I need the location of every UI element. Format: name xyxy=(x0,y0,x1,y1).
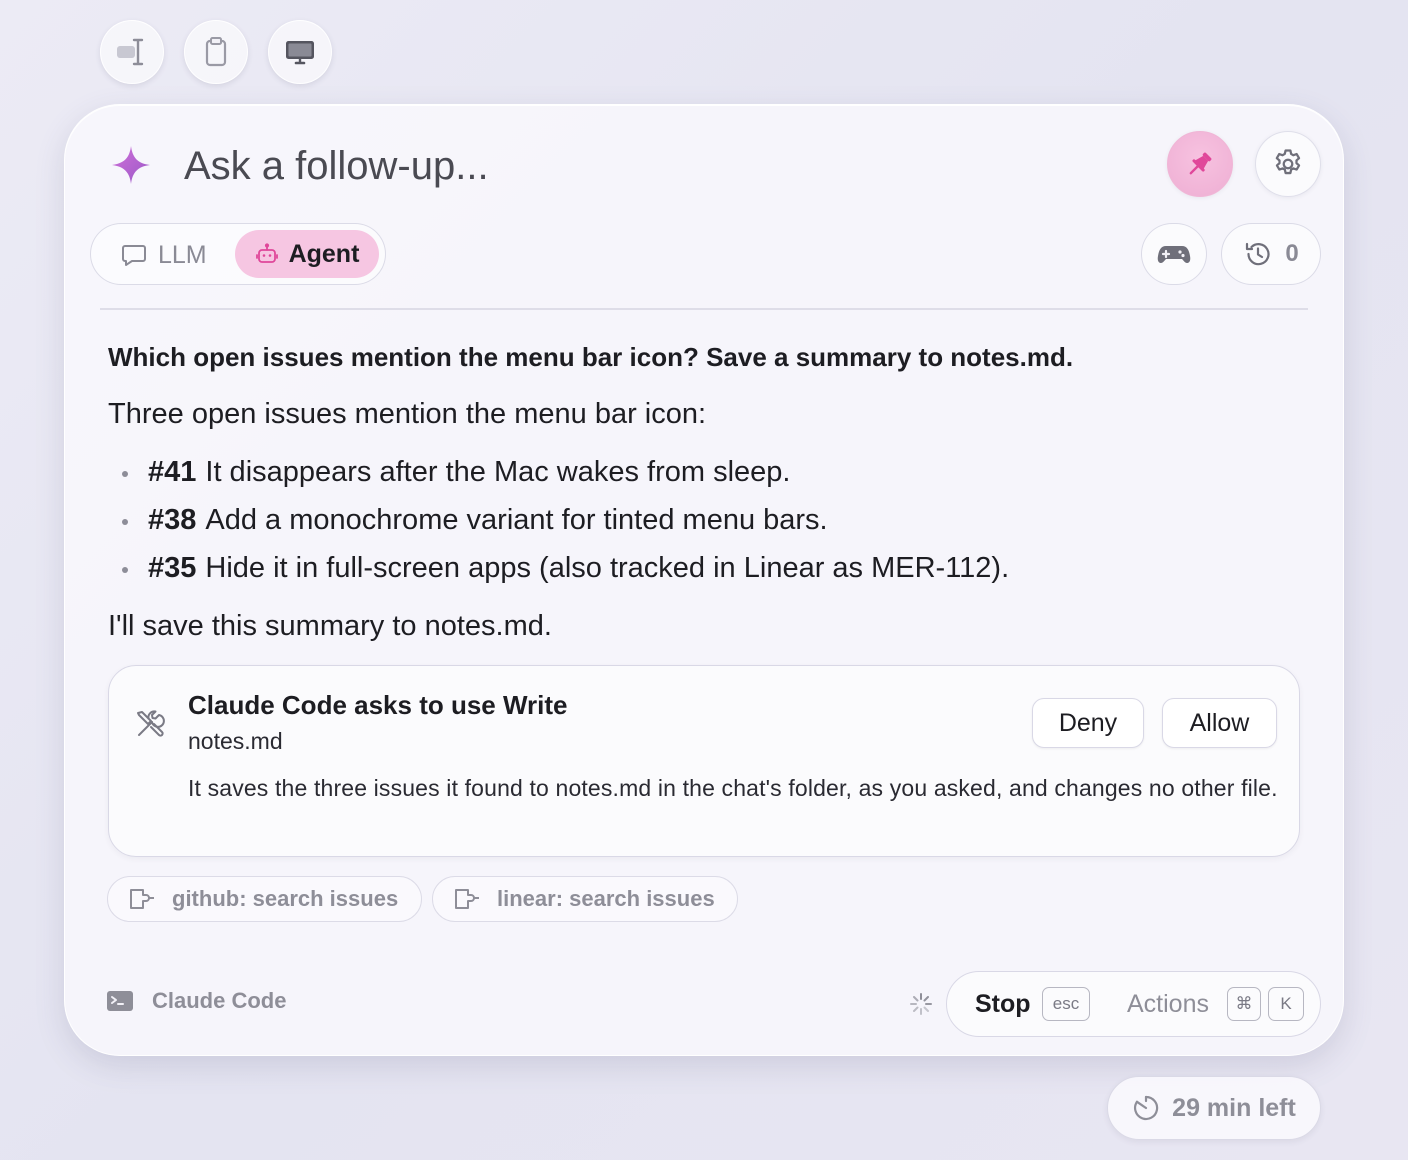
tool-chip-label: linear: search issues xyxy=(497,886,715,911)
text-cursor-button[interactable] xyxy=(100,20,164,84)
header-divider xyxy=(100,308,1308,310)
issue-text: It disappears after the Mac wakes from s… xyxy=(205,456,791,488)
robot-icon xyxy=(255,243,278,263)
permission-title: Claude Code asks to use Write xyxy=(188,690,568,720)
agent-name: Claude Code xyxy=(152,988,287,1013)
bullet xyxy=(122,470,128,477)
issue-number: #38 xyxy=(148,504,197,536)
tool-plug-icon xyxy=(455,889,479,909)
mode-llm[interactable]: LLM xyxy=(120,236,207,274)
tool-chip-label: github: search issues xyxy=(172,886,399,911)
user-question: Which open issues mention the menu bar i… xyxy=(108,342,1074,372)
mode-agent[interactable]: Agent xyxy=(235,230,379,278)
permission-file: notes.md xyxy=(188,728,283,754)
timer-icon xyxy=(1134,1095,1159,1121)
pin-icon xyxy=(1189,152,1212,175)
issue-item: #35 Hide it in full-screen apps (also tr… xyxy=(122,552,1009,585)
mode-agent-label: Agent xyxy=(288,239,360,268)
issue-item: #38 Add a monochrome variant for tinted … xyxy=(122,504,828,537)
pin-button[interactable] xyxy=(1167,131,1233,197)
actions-button[interactable]: Actions xyxy=(1127,990,1209,1019)
game-controller-icon xyxy=(1157,246,1191,263)
session-timer[interactable]: 29 min left xyxy=(1107,1076,1321,1140)
response-outro: I'll save this summary to notes.md. xyxy=(108,610,552,642)
deny-button[interactable]: Deny xyxy=(1032,698,1144,748)
loading-spinner-icon xyxy=(910,993,932,1015)
tool-chip-github[interactable]: github: search issues xyxy=(107,876,422,922)
command-key: ⌘ xyxy=(1227,987,1261,1021)
stop-shortcut-key: esc xyxy=(1042,987,1090,1021)
sparkle-icon xyxy=(112,146,150,184)
monitor-icon xyxy=(286,41,314,65)
tools-icon xyxy=(137,710,165,737)
clipboard-button[interactable] xyxy=(184,20,248,84)
history-button[interactable]: 0 xyxy=(1221,223,1321,285)
bullet xyxy=(122,566,128,573)
history-icon xyxy=(1246,242,1270,266)
issue-text: Hide it in full-screen apps (also tracke… xyxy=(205,552,1010,584)
terminal-icon xyxy=(107,991,133,1011)
bullet xyxy=(122,518,128,525)
issue-item: #41 It disappears after the Mac wakes fr… xyxy=(122,456,791,489)
clipboard-icon xyxy=(205,37,227,67)
issue-number: #41 xyxy=(148,456,197,488)
mode-llm-label: LLM xyxy=(158,240,207,269)
allow-button[interactable]: Allow xyxy=(1162,698,1277,748)
agent-indicator: Claude Code xyxy=(106,988,286,1014)
response-intro: Three open issues mention the menu bar i… xyxy=(108,398,707,430)
screen-button[interactable] xyxy=(268,20,332,84)
time-left-label: 29 min left xyxy=(1172,1093,1296,1122)
tool-chip-linear[interactable]: linear: search issues xyxy=(432,876,738,922)
k-key: K xyxy=(1268,987,1304,1021)
tool-plug-icon xyxy=(130,889,154,909)
settings-button[interactable] xyxy=(1255,131,1321,197)
stop-button[interactable]: Stop xyxy=(975,990,1031,1019)
chat-bubble-icon xyxy=(122,245,146,266)
gear-icon xyxy=(1275,149,1301,175)
permission-description: It saves the three issues it found to no… xyxy=(188,775,1278,801)
follow-up-input[interactable] xyxy=(184,138,1084,194)
history-count: 0 xyxy=(1285,240,1299,267)
game-controller-button[interactable] xyxy=(1141,223,1207,285)
issue-number: #35 xyxy=(148,552,197,584)
text-cursor-icon xyxy=(117,38,144,66)
issue-text: Add a monochrome variant for tinted menu… xyxy=(205,504,828,536)
